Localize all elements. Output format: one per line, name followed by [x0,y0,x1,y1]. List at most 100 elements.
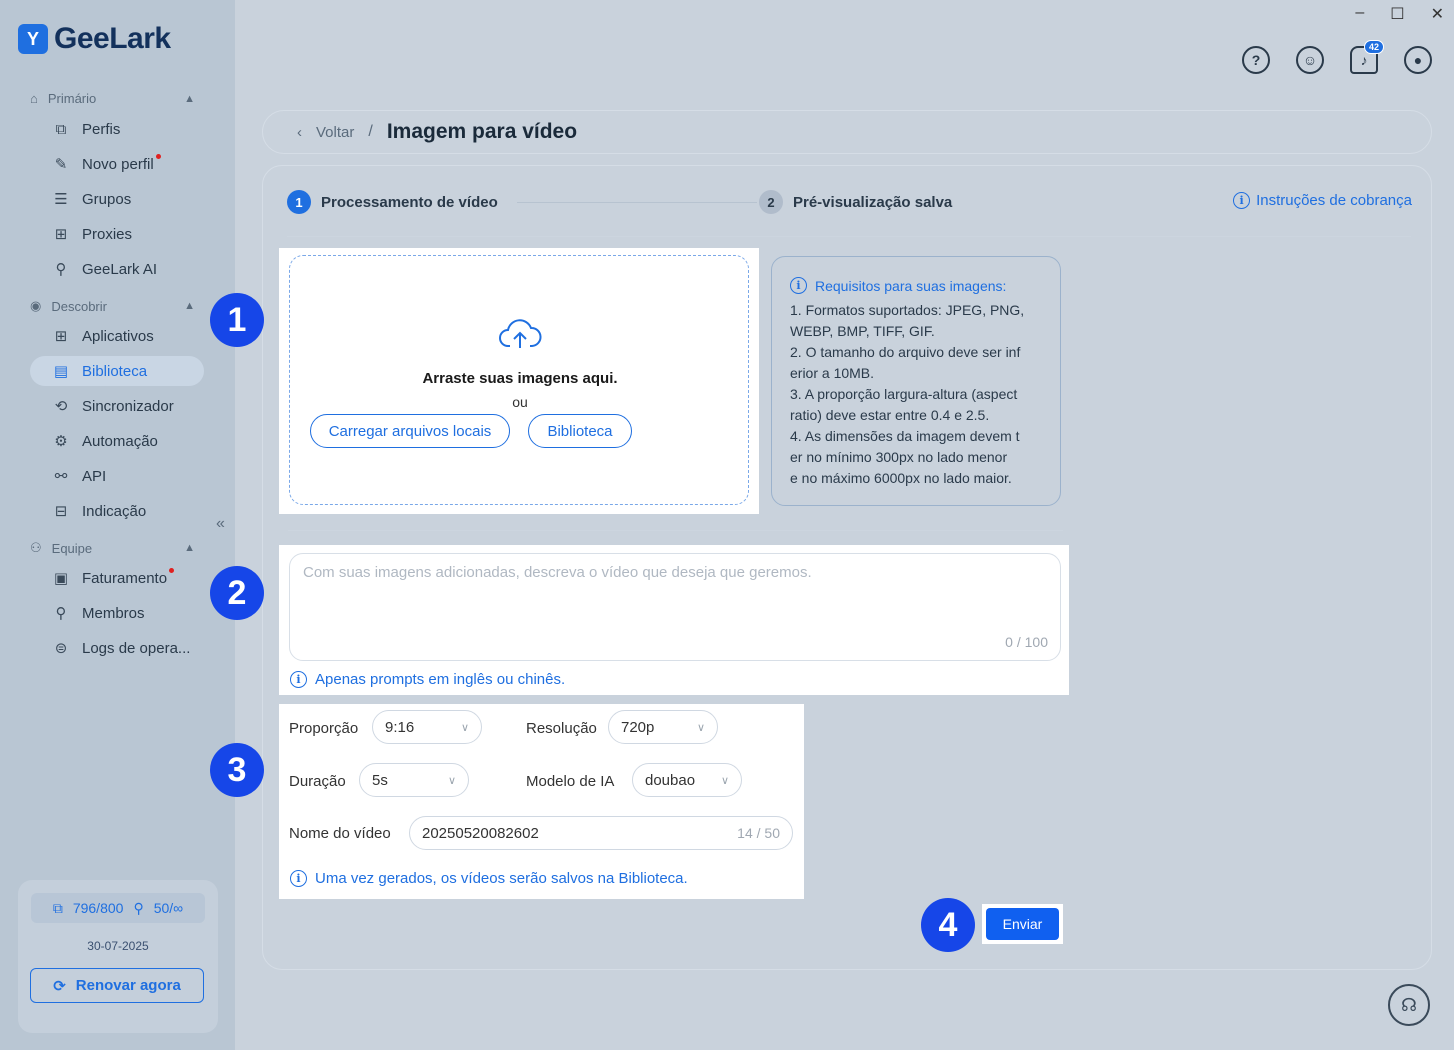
maximize-icon[interactable]: ☐ [1390,4,1404,24]
sidebar-item-geelark-ai[interactable]: ⚲ GeeLark AI [30,254,204,284]
breadcrumb: ‹ Voltar / Imagem para vídeo [262,110,1432,154]
user-icon: ⚲ [133,899,144,916]
sidebar-item-grupos[interactable]: ☰ Grupos [30,184,204,214]
breadcrumb-separator: / [368,123,373,140]
renew-button[interactable]: ⟳ Renovar agora [30,968,204,1003]
sidebar-item-membros[interactable]: ⚲ Membros [30,598,204,628]
sidebar-item-label: Proxies [82,225,133,243]
model-label: Modelo de IA [526,773,615,790]
sidebar-item-label: Biblioteca [82,362,148,380]
sidebar-item-api[interactable]: ⚯ API [30,461,204,491]
sidebar-item-label: Logs de opera... [82,639,191,657]
sidebar-item-logs[interactable]: ⊜ Logs de opera... [30,633,204,663]
requirement-line: 4. As dimensões da imagem devem t [790,428,1020,444]
sidebar-item-sincronizador[interactable]: ⟲ Sincronizador [30,391,204,421]
chevron-down-icon: ∨ [460,721,469,734]
annotation-badge-1: 1 [210,293,264,347]
profiles-icon: ⧉ [52,899,63,916]
billing-instructions-link[interactable]: i Instruções de cobrança [1233,192,1412,209]
account-icon[interactable]: ● [1404,46,1432,74]
video-name-label: Nome do vídeo [289,825,391,842]
sidebar: Y GeeLark ⌂ Primário ▲ ⧉ Perfis ✎ Novo per… [0,0,235,1050]
video-name-input[interactable]: 20250520082602 14 / 50 [409,816,793,850]
bell-icon[interactable]: ♪ 42 [1350,40,1384,74]
robot-icon: ⚙ [54,433,68,450]
minimize-icon[interactable]: – [1355,4,1364,24]
sidebar-item-label: Sincronizador [82,397,174,415]
account-stats: ⧉ 796/800 ⚲ 50/∞ [31,893,205,923]
video-name-count: 14 / 50 [737,825,780,841]
team-icon: ⚇ [30,540,42,555]
requirements-title-text: Requisitos para suas imagens: [815,277,1007,294]
app-logo[interactable]: Y GeeLark [18,22,171,56]
sidebar-item-faturamento[interactable]: ▣ Faturamento [30,563,204,593]
submit-highlight: Enviar [982,904,1063,944]
sidebar-item-automacao[interactable]: ⚙ Automação [30,426,204,456]
requirement-line: ratio) deve estar entre 0.4 e 2.5. [790,407,990,423]
prompt-highlight: Com suas imagens adicionadas, descreva o… [279,545,1069,695]
prompt-textarea[interactable]: Com suas imagens adicionadas, descreva o… [289,553,1061,661]
ratio-select[interactable]: 9:16 ∨ [372,710,482,744]
gift-icon: ⊟ [54,503,68,520]
support-icon[interactable]: ☺ [1296,46,1324,74]
ai-icon: ⚲ [55,261,67,278]
close-icon[interactable]: ✕ [1431,4,1444,24]
ratio-value: 9:16 [385,718,415,736]
chevron-left-icon[interactable]: ‹ [297,124,302,141]
sidebar-item-indicacao[interactable]: ⊟ Indicação [30,496,204,526]
duration-select[interactable]: 5s ∨ [359,763,469,797]
requirement-line: 1. Formatos suportados: JPEG, PNG, [790,302,1025,318]
members-count: 50/∞ [153,900,184,916]
prompt-hint: i Apenas prompts em inglês ou chinês. [290,671,565,688]
back-link[interactable]: Voltar [316,124,354,141]
sidebar-item-label: Aplicativos [82,327,154,345]
sidebar-item-label: API [82,467,107,485]
upload-local-button[interactable]: Carregar arquivos locais [310,414,510,448]
resolution-label: Resolução [526,720,597,737]
chevron-up-icon: ▲ [184,542,195,554]
collapse-sidebar-icon[interactable]: « [216,515,225,533]
help-icon[interactable]: ? [1242,46,1270,74]
image-dropzone[interactable]: Arraste suas imagens aqui. ou Carregar a… [289,255,749,505]
section-primario[interactable]: ⌂ Primário ▲ [30,91,195,106]
cloud-upload-icon [499,319,542,348]
window-controls: – ☐ ✕ [1355,4,1444,24]
sidebar-item-biblioteca[interactable]: ▤ Biblioteca [30,356,204,386]
sidebar-item-proxies[interactable]: ⊞ Proxies [30,219,204,249]
sidebar-item-aplicativos[interactable]: ⊞ Aplicativos [30,321,204,351]
library-save-hint: i Uma vez gerados, os vídeos serão salvo… [290,870,688,887]
account-card: ⧉ 796/800 ⚲ 50/∞ 30-07-2025 ⟳ Renovar ag… [18,880,218,1033]
new-dot [155,153,161,159]
library-button[interactable]: Biblioteca [528,414,632,448]
billing-icon: ▣ [53,570,69,587]
sidebar-item-label: Grupos [82,190,132,208]
ratio-label: Proporção [289,720,359,737]
new-dot [169,567,175,573]
prompt-hint-text: Apenas prompts em inglês ou chinês. [315,671,566,688]
user-icon: ⚲ [55,605,67,622]
home-icon: ⌂ [30,91,38,106]
sidebar-item-label: Automação [82,432,158,450]
section-equipe[interactable]: ⚇ Equipe ▲ [30,540,195,556]
resolution-select[interactable]: 720p ∨ [608,710,718,744]
assistant-icon[interactable]: ☊ [1388,984,1430,1026]
edit-icon: ✎ [54,156,68,173]
api-icon: ⚯ [54,468,68,485]
top-toolbar: ? ☺ ♪ 42 ● [1242,40,1432,74]
dropzone-title: Arraste suas imagens aqui. [422,370,618,387]
library-icon: ▤ [53,363,69,380]
sidebar-item-novo-perfil[interactable]: ✎ Novo perfil [30,149,204,179]
chevron-down-icon: ∨ [720,774,729,787]
step-number: 2 [759,190,783,214]
model-select[interactable]: doubao ∨ [632,763,742,797]
refresh-icon: ⟳ [53,977,66,995]
notification-badge: 42 [1363,40,1384,54]
submit-button[interactable]: Enviar [986,908,1059,940]
info-icon: i [290,870,307,887]
logo-icon: Y [18,24,48,54]
sidebar-item-perfis[interactable]: ⧉ Perfis [30,114,204,144]
requirements-box: i Requisitos para suas imagens: 1. Forma… [771,256,1061,506]
section-descobrir[interactable]: ◉ Descobrir ▲ [30,298,195,314]
chevron-down-icon: ∨ [447,774,456,787]
profiles-icon: ⧉ [55,120,67,138]
